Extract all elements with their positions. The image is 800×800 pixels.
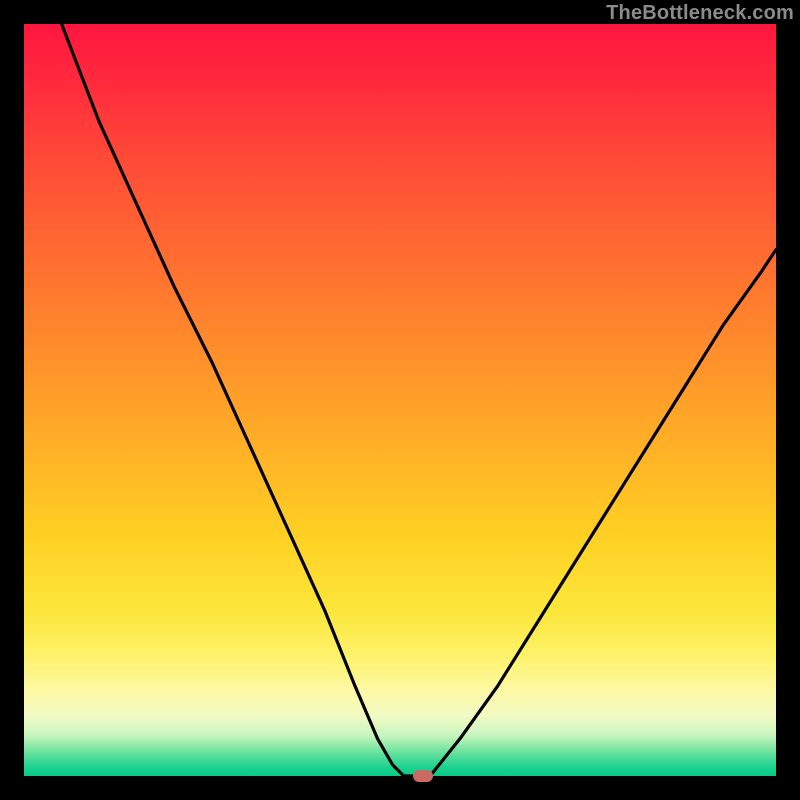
optimum-marker — [413, 770, 433, 782]
curve-path — [62, 24, 776, 776]
chart-frame: TheBottleneck.com — [0, 0, 800, 800]
bottleneck-curve — [24, 24, 776, 776]
plot-area — [24, 24, 776, 776]
watermark-text: TheBottleneck.com — [606, 2, 794, 25]
